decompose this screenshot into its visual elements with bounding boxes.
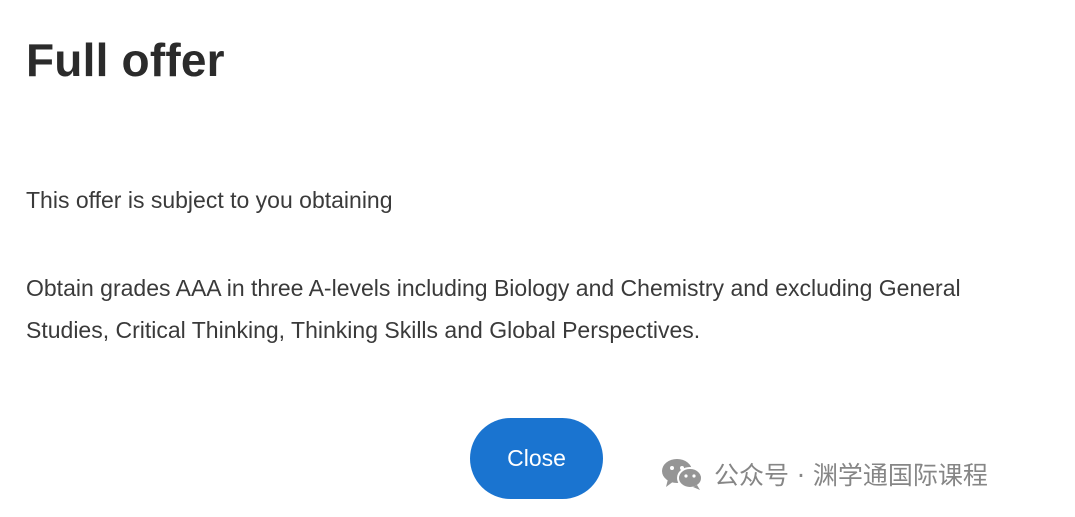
- offer-dialog: Full offer This offer is subject to you …: [0, 0, 1075, 517]
- watermark-text: 公众号 · 渊学通国际课程: [714, 461, 988, 490]
- wechat-icon: [660, 457, 704, 491]
- offer-intro-text: This offer is subject to you obtaining: [26, 187, 393, 213]
- offer-condition-text: Obtain grades AAA in three A-levels incl…: [26, 275, 961, 343]
- dialog-title: Full offer: [26, 34, 225, 86]
- watermark: 公众号 · 渊学通国际课程: [660, 454, 988, 494]
- close-button[interactable]: Close: [470, 418, 603, 499]
